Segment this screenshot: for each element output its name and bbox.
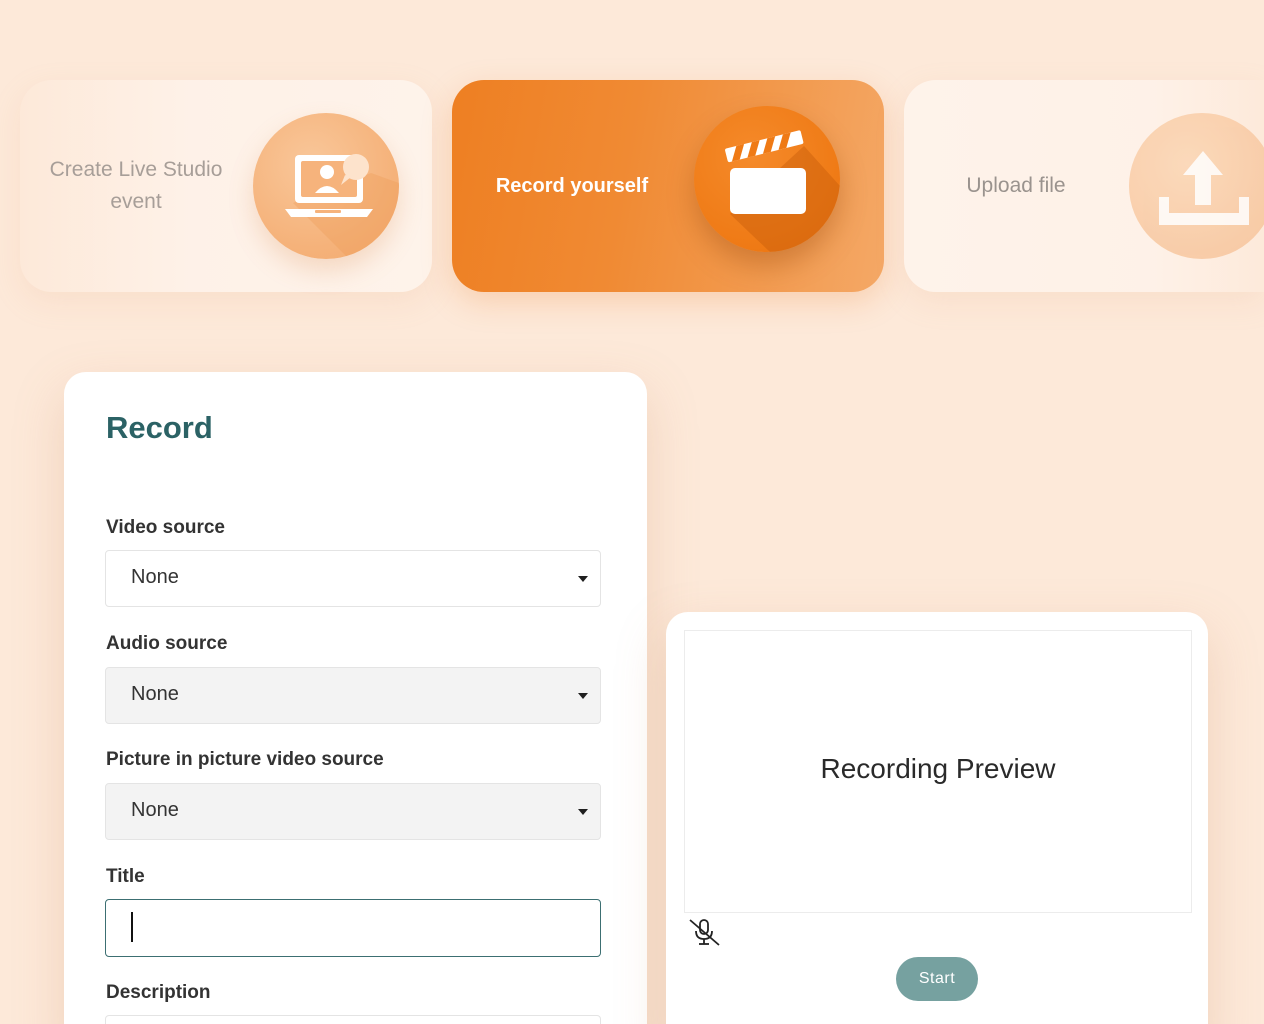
- laptop-video-call-icon: [253, 113, 399, 259]
- video-source-value: None: [131, 566, 179, 588]
- start-button[interactable]: Start: [896, 957, 978, 1001]
- mode-card-record-yourself[interactable]: Record yourself: [452, 80, 884, 292]
- chevron-down-icon: [578, 576, 588, 582]
- recording-preview-text: Recording Preview: [820, 753, 1056, 784]
- audio-source-select[interactable]: None: [105, 667, 601, 724]
- mode-card-upload-file[interactable]: Upload file: [904, 80, 1264, 292]
- title-label: Title: [106, 866, 145, 887]
- record-yourself-label: Record yourself: [495, 175, 649, 197]
- live-studio-label: Create Live Studio event: [49, 158, 223, 213]
- record-panel-title: Record: [106, 410, 213, 445]
- audio-source-value: None: [131, 683, 179, 705]
- mic-muted-icon[interactable]: [686, 914, 722, 950]
- recording-preview-panel: Recording Preview Start: [666, 612, 1208, 1024]
- upload-icon: [1129, 113, 1264, 259]
- clapperboard-icon: [694, 106, 840, 252]
- pip-source-value: None: [131, 799, 179, 821]
- mode-card-live-studio[interactable]: Create Live Studio event: [20, 80, 432, 292]
- audio-source-label: Audio source: [106, 633, 228, 654]
- preview-frame: Recording Preview: [684, 630, 1192, 913]
- chevron-down-icon: [578, 693, 588, 699]
- record-form-panel: Record Video source None Audio source No…: [64, 372, 647, 1024]
- chevron-down-icon: [578, 809, 588, 815]
- video-source-select[interactable]: None: [105, 550, 601, 607]
- description-input[interactable]: [105, 1015, 601, 1024]
- description-label: Description: [106, 982, 211, 1003]
- pip-source-select[interactable]: None: [105, 783, 601, 840]
- title-input[interactable]: [105, 899, 601, 957]
- video-source-label: Video source: [106, 517, 225, 538]
- pip-source-label: Picture in picture video source: [106, 749, 384, 770]
- upload-file-label: Upload file: [966, 174, 1066, 197]
- text-caret: [131, 912, 133, 942]
